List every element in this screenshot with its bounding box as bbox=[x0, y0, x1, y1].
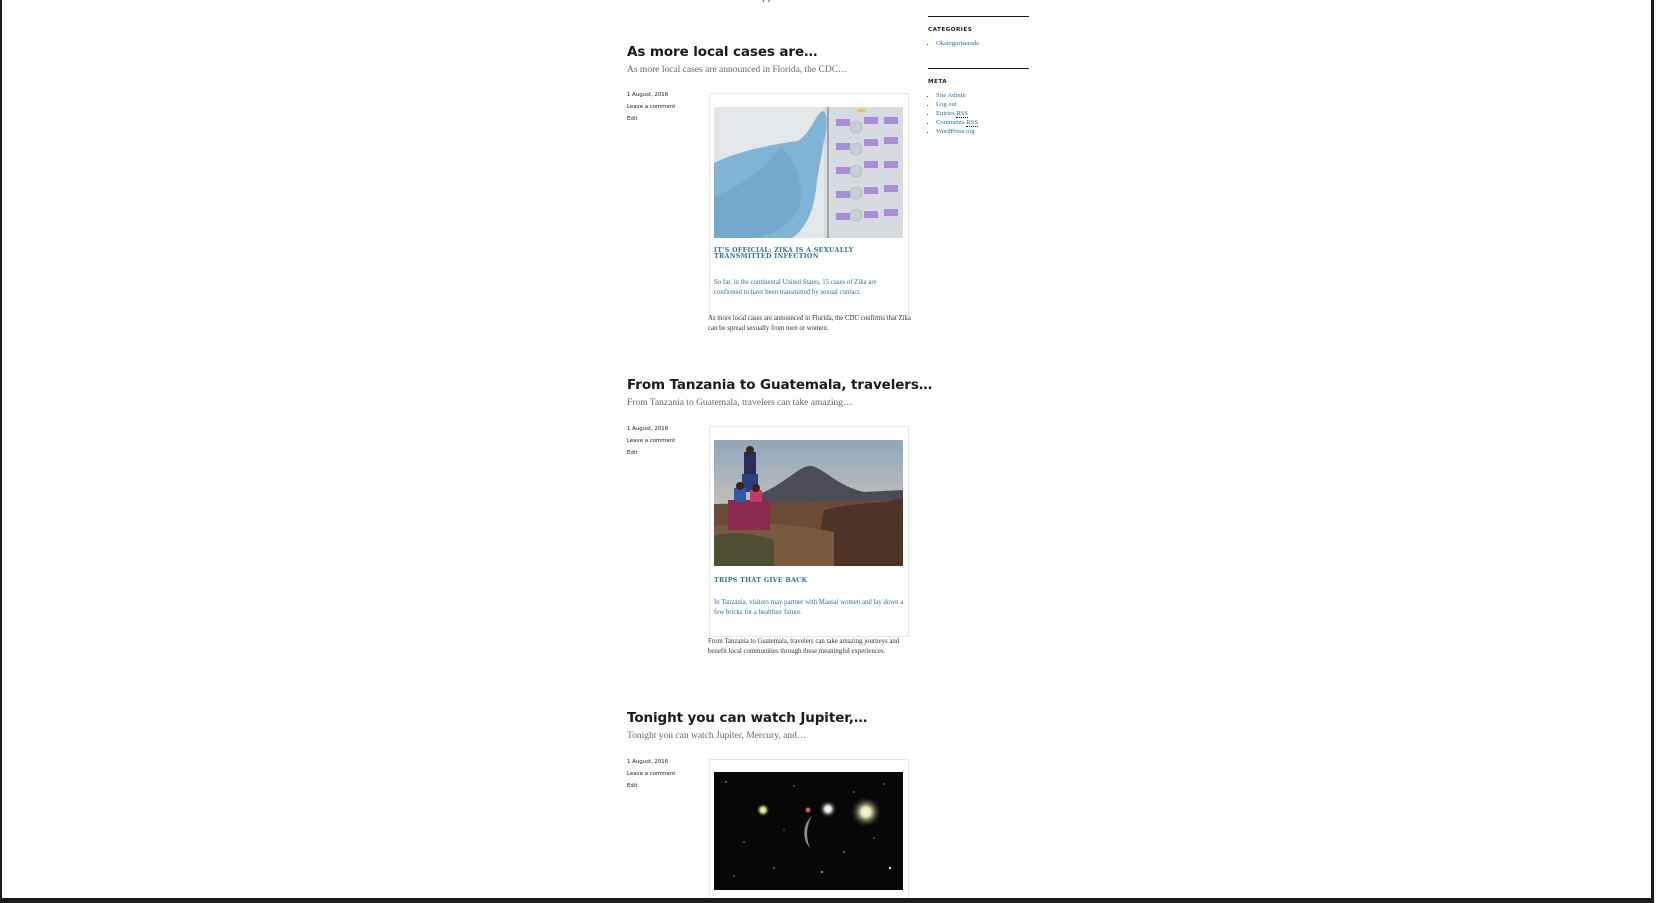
wordpress-org-link[interactable]: WordPress.org bbox=[936, 127, 1029, 136]
comments-rss-link[interactable]: Comments RSS bbox=[936, 118, 1029, 127]
page: , , As more local cases are… As more loc… bbox=[2, 0, 1651, 898]
post-date-link[interactable]: 1 August, 2016 bbox=[627, 91, 697, 103]
window-right-edge bbox=[1651, 0, 1659, 903]
embed-thumbnail-image[interactable] bbox=[714, 772, 903, 890]
post-zika: As more local cases are… As more local c… bbox=[627, 44, 917, 332]
post-excerpt: Tonight you can watch Jupiter, Mercury, … bbox=[627, 731, 807, 741]
meta-widget: META Site Admin Log out Entries RSS Comm… bbox=[928, 68, 1029, 136]
embed-card-title[interactable]: TRIPS THAT GIVE BACK bbox=[714, 577, 899, 584]
embed-card[interactable]: IT’S OFFICIAL: ZIKA IS A SEXUALLY TRANSM… bbox=[709, 93, 909, 316]
post-title[interactable]: As more local cases are… bbox=[627, 44, 917, 60]
post-tanzania: From Tanzania to Guatemala, travelers… F… bbox=[627, 377, 932, 655]
edit-link[interactable]: Edit bbox=[627, 449, 697, 461]
rss-abbr: RSS bbox=[956, 110, 969, 118]
leave-comment-link[interactable]: Leave a comment bbox=[627, 437, 697, 449]
embed-thumbnail-image[interactable] bbox=[714, 107, 903, 238]
embed-card[interactable]: TRIPS THAT GIVE BACK In Tanzania, visito… bbox=[709, 426, 909, 637]
entries-rss-label: Entries bbox=[936, 110, 957, 117]
embed-caption: As more local cases are announced in Flo… bbox=[708, 315, 911, 332]
post-meta: 1 August, 2016 Leave a comment Edit bbox=[627, 91, 697, 127]
post-jupiter: Tonight you can watch Jupiter,… Tonight … bbox=[627, 710, 917, 898]
categories-widget: CATEGORIES Okategoriserade bbox=[928, 16, 1029, 48]
post-excerpt: As more local cases are announced in Flo… bbox=[627, 65, 848, 75]
post-meta: 1 August, 2016 Leave a comment Edit bbox=[627, 758, 697, 794]
leave-comment-link[interactable]: Leave a comment bbox=[627, 103, 697, 115]
leave-comment-link[interactable]: Leave a comment bbox=[627, 770, 697, 782]
log-out-link[interactable]: Log out bbox=[936, 100, 1029, 109]
embed-card-title[interactable]: IT’S OFFICIAL: ZIKA IS A SEXUALLY TRANSM… bbox=[714, 247, 899, 260]
post-excerpt: From Tanzania to Guatemala, travelers ca… bbox=[627, 398, 853, 408]
cut-off-text-fragment: , , bbox=[762, 0, 770, 4]
scrollbar-track[interactable] bbox=[1651, 0, 1654, 903]
embed-card-description[interactable]: So far, in the continental United States… bbox=[714, 278, 904, 298]
entries-rss-link[interactable]: Entries RSS bbox=[936, 109, 1029, 118]
embed-thumbnail-image[interactable] bbox=[714, 440, 903, 566]
embed-caption: From Tanzania to Guatemala, travelers ca… bbox=[708, 638, 900, 655]
category-link[interactable]: Okategoriserade bbox=[936, 39, 1029, 48]
embed-card-description[interactable]: In Tanzania, visitors may partner with M… bbox=[714, 598, 904, 618]
widget-title-meta: META bbox=[928, 79, 948, 85]
rss-abbr: RSS bbox=[966, 119, 978, 127]
meta-list: Site Admin Log out Entries RSS Comments … bbox=[928, 91, 1029, 136]
sidebar: CATEGORIES Okategoriserade META Site Adm… bbox=[928, 16, 1029, 136]
post-title[interactable]: Tonight you can watch Jupiter,… bbox=[627, 710, 917, 726]
widget-title-categories: CATEGORIES bbox=[928, 27, 973, 33]
site-admin-link[interactable]: Site Admin bbox=[936, 91, 1029, 100]
embed-card[interactable] bbox=[709, 759, 909, 898]
categories-list: Okategoriserade bbox=[928, 39, 1029, 48]
widget-divider bbox=[928, 68, 1029, 69]
post-meta: 1 August, 2016 Leave a comment Edit bbox=[627, 425, 697, 461]
post-title[interactable]: From Tanzania to Guatemala, travelers… bbox=[627, 377, 932, 393]
post-date-link[interactable]: 1 August, 2016 bbox=[627, 758, 697, 770]
comments-rss-label: Comments bbox=[936, 119, 967, 126]
widget-divider bbox=[928, 16, 1029, 17]
post-date-link[interactable]: 1 August, 2016 bbox=[627, 425, 697, 437]
edit-link[interactable]: Edit bbox=[627, 115, 697, 127]
edit-link[interactable]: Edit bbox=[627, 782, 697, 794]
